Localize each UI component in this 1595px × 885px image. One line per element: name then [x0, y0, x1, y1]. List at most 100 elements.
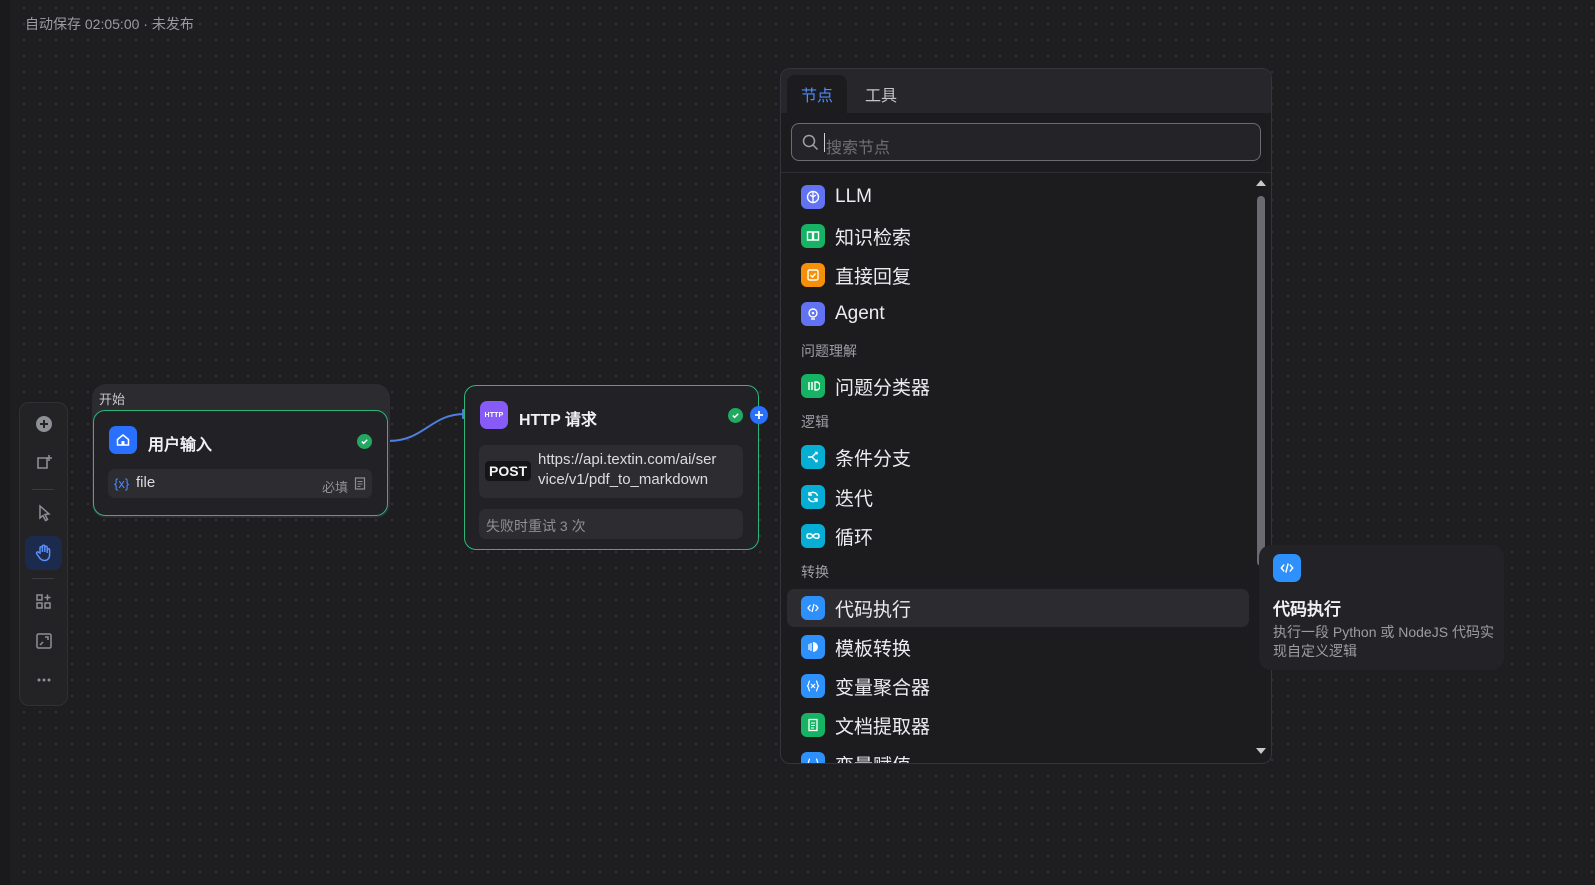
tab-tools[interactable]: 工具: [851, 75, 911, 113]
more-icon: [37, 678, 50, 682]
node-item-if-else[interactable]: 条件分支: [787, 438, 1249, 476]
panel-tabbar: 节点 工具: [781, 69, 1271, 113]
variable-name: file: [136, 474, 156, 491]
node-item-label: 循环: [835, 527, 874, 549]
search-box[interactable]: 搜索节点: [791, 123, 1261, 161]
required-badge: 必填: [322, 480, 349, 495]
pointer-mode-button[interactable]: [25, 496, 62, 530]
add-next-node-button[interactable]: [750, 406, 768, 424]
node-selector-panel: 节点 工具 搜索节点 LLM 知识检索 直接回复 Agent 问题理解 问题分类…: [780, 68, 1272, 764]
edge-start-to-http: [387, 413, 466, 442]
node-item-label: 变量聚合器: [835, 677, 931, 699]
scroll-down-arrow: [1256, 748, 1266, 754]
node-item-label: 条件分支: [835, 448, 912, 470]
node-title: 用户输入: [148, 437, 213, 454]
node-item-template-transform[interactable]: 模板转换: [787, 628, 1249, 666]
scrollbar-graphic: [1256, 180, 1266, 754]
scroll-thumb: [1257, 196, 1265, 566]
iteration-icon: [801, 485, 825, 509]
node-description-tooltip: 代码执行 执行一段 Python 或 NodeJS 代码实现自定义逻辑: [1259, 545, 1504, 670]
node-item-loop[interactable]: 循环: [787, 517, 1249, 555]
direct-reply-icon: [801, 263, 825, 287]
question-classifier-icon: [801, 374, 825, 398]
organize-blocks-button[interactable]: [25, 585, 62, 619]
variable-aggregator-icon: [801, 674, 825, 698]
node-item-label: 直接回复: [835, 266, 912, 288]
node-item-direct-reply[interactable]: 直接回复: [787, 256, 1249, 294]
retry-text: 失败时重试 3 次: [486, 518, 586, 534]
node-item-label: 迭代: [835, 488, 874, 510]
method-badge: POST: [485, 461, 532, 481]
http-icon: HTTP: [480, 401, 508, 429]
check-icon: [728, 408, 743, 423]
url-line-2: vice/v1/pdf_to_markdown: [538, 471, 709, 488]
request-url-row[interactable]: POST https://api.textin.com/ai/ser vice/…: [479, 445, 743, 498]
retry-info-row: 失败时重试 3 次: [479, 509, 743, 539]
node-item-agent[interactable]: Agent: [787, 295, 1249, 333]
node-item-label: 模板转换: [835, 638, 912, 660]
hand-icon: [35, 544, 50, 562]
plus-icon: [755, 411, 763, 419]
section-question-understanding: 问题理解: [801, 343, 857, 359]
panel-scrollbar[interactable]: [1254, 176, 1268, 762]
canvas-toolbar: [19, 402, 68, 706]
node-item-variable-assigner[interactable]: 变量赋值: [787, 745, 1249, 764]
section-transform: 转换: [801, 564, 829, 580]
start-group-label: 开始: [99, 392, 126, 407]
node-item-label: 知识检索: [835, 227, 912, 249]
add-circle-icon: [35, 416, 52, 432]
node-item-question-classifier[interactable]: 问题分类器: [787, 367, 1249, 405]
minimap-toggle-button[interactable]: [25, 624, 62, 658]
loop-icon: [801, 524, 825, 548]
node-item-label: Agent: [835, 303, 885, 324]
node-item-knowledge-retrieval[interactable]: 知识检索: [787, 217, 1249, 255]
check-icon: [357, 434, 372, 449]
user-input-node[interactable]: 用户输入 {x} file 必填: [93, 410, 388, 516]
add-note-button[interactable]: [25, 446, 62, 480]
node-item-iteration[interactable]: 迭代: [787, 478, 1249, 516]
node-item-label: LLM: [835, 186, 872, 207]
search-icon: [802, 134, 819, 151]
node-item-label: 文档提取器: [835, 716, 931, 738]
document-icon: [354, 477, 366, 490]
llm-icon: [801, 185, 825, 209]
tab-nodes[interactable]: 节点: [787, 75, 847, 113]
organize-blocks-icon: [35, 594, 51, 609]
scroll-up-arrow: [1256, 180, 1266, 186]
agent-icon: [801, 302, 825, 326]
search-input[interactable]: 搜索节点: [826, 134, 890, 158]
start-node-group[interactable]: 开始 用户输入 {x} file 必填: [92, 384, 390, 518]
text-cursor: [824, 133, 825, 152]
knowledge-retrieval-icon: [801, 224, 825, 248]
minimap-icon: [35, 633, 52, 649]
url-line-1: https://api.textin.com/ai/ser: [538, 451, 717, 468]
template-transform-icon: [801, 635, 825, 659]
variable-icon: {x}: [114, 476, 130, 491]
node-item-label: 代码执行: [835, 599, 912, 621]
home-icon: [109, 426, 137, 454]
if-else-icon: [801, 445, 825, 469]
panel-divider: [781, 172, 1271, 173]
tooltip-description: 执行一段 Python 或 NodeJS 代码实现自定义逻辑: [1273, 624, 1494, 659]
hand-mode-button[interactable]: [25, 536, 62, 570]
node-title: HTTP 请求: [519, 412, 597, 429]
node-item-llm[interactable]: LLM: [787, 178, 1249, 216]
node-item-variable-aggregator[interactable]: 变量聚合器: [787, 667, 1249, 705]
pointer-icon: [38, 504, 51, 522]
node-item-doc-extractor[interactable]: 文档提取器: [787, 706, 1249, 744]
node-item-label: 变量赋值: [835, 751, 911, 764]
doc-extractor-icon: [801, 713, 825, 737]
more-options-button[interactable]: [25, 663, 62, 697]
tooltip-title: 代码执行: [1273, 600, 1341, 619]
http-request-node[interactable]: HTTP HTTP 请求 POST https://api.textin.com…: [464, 385, 768, 550]
input-variable-row[interactable]: {x} file 必填: [108, 469, 372, 498]
node-item-code[interactable]: 代码执行: [787, 589, 1249, 627]
section-logic: 逻辑: [801, 414, 829, 430]
add-node-button[interactable]: [25, 407, 62, 441]
toolbar-divider: [32, 578, 54, 579]
variable-assigner-icon: [801, 752, 825, 763]
add-note-icon: [36, 455, 52, 469]
node-item-label: 问题分类器: [835, 377, 931, 399]
code-icon: [1273, 554, 1301, 582]
toolbar-divider: [32, 489, 54, 490]
